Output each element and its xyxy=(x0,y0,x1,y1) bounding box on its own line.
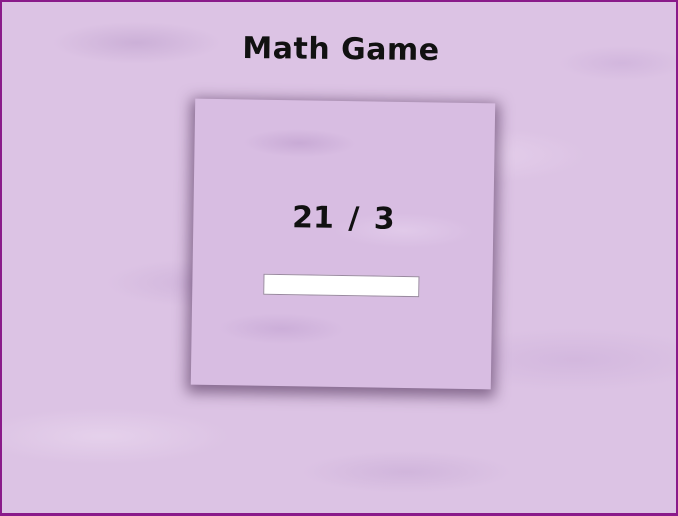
game-frame: Math Game 21 / 3 xyxy=(0,0,678,516)
math-problem: 21 / 3 xyxy=(291,200,395,237)
answer-input[interactable] xyxy=(263,273,420,298)
question-card: 21 / 3 xyxy=(190,98,496,390)
game-title: Math Game xyxy=(242,30,440,69)
